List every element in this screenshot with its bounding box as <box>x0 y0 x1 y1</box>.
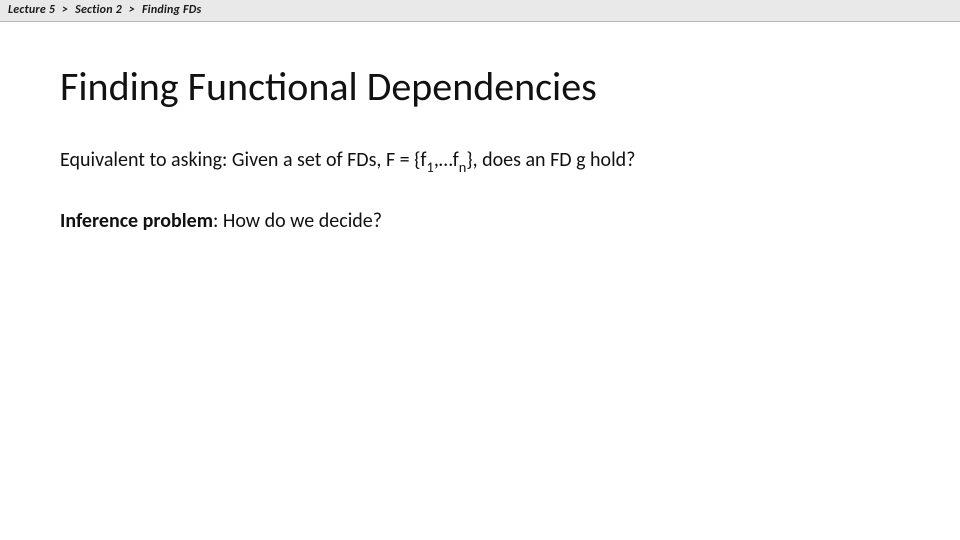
line1-sub2: n <box>459 158 467 176</box>
line2-rest: : How do we decide? <box>213 209 382 233</box>
breadcrumb-sep-2: > <box>129 3 135 17</box>
line2-bold: Inference problem <box>60 209 213 233</box>
body-line-2: Inference problem: How do we decide? <box>60 208 900 235</box>
slide-title: Finding Functional Dependencies <box>60 62 900 111</box>
body-line-1: Equivalent to asking: Given a set of FDs… <box>60 147 900 176</box>
breadcrumb: Lecture 5 > Section 2 > Finding FDs <box>0 0 960 22</box>
line1-prefix: Equivalent to asking: Given a set of FDs… <box>60 148 427 172</box>
line1-mid: ,…f <box>434 148 459 172</box>
line1-suffix: }, does an FD g hold? <box>466 148 635 172</box>
breadcrumb-item-2: Section 2 <box>75 3 122 17</box>
slide-content: Finding Functional Dependencies Equivale… <box>0 22 960 235</box>
line1-sub1: 1 <box>427 158 434 176</box>
breadcrumb-sep-1: > <box>62 3 68 17</box>
breadcrumb-item-3: Finding FDs <box>142 3 201 17</box>
breadcrumb-item-1: Lecture 5 <box>8 3 55 17</box>
